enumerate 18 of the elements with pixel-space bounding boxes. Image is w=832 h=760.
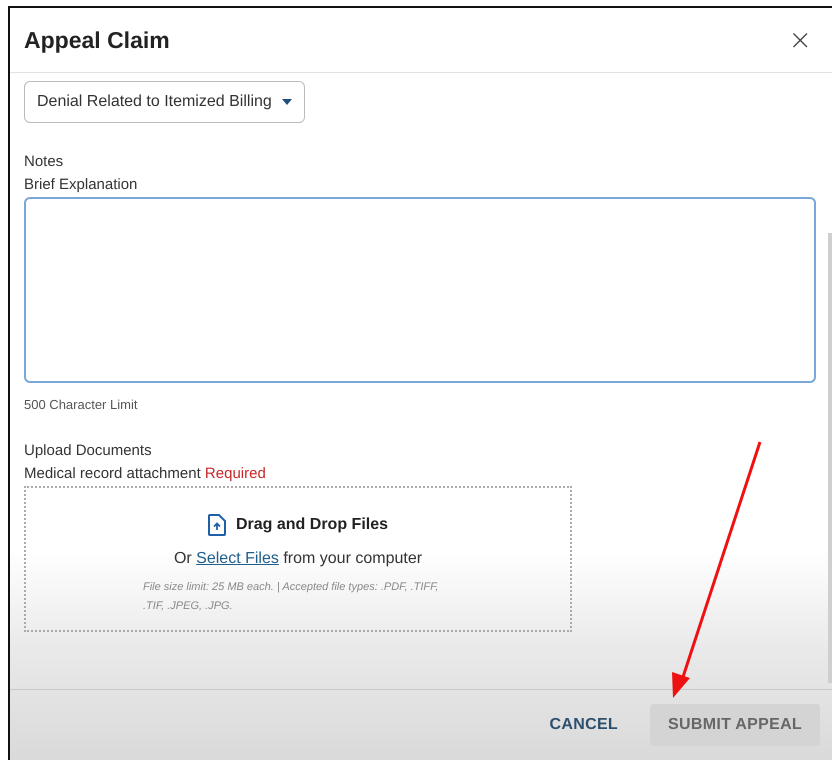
dialog-title: Appeal Claim [24,26,170,54]
character-limit-hint: 500 Character Limit [24,397,138,412]
select-files-link[interactable]: Select Files [196,550,279,567]
section-heading: Upload Documents [24,442,153,459]
field-label: Medical record attachment Required [24,465,267,482]
file-drop-zone[interactable]: Drag and Drop Files Or Select Files from your computer File size limit: 25 MB each. | Accepted file types: .PDF, .TIFF, .TIF, .JPEG, .JPG. [24,486,572,632]
close-button[interactable]: × [784,26,816,54]
cancel-button[interactable]: CANCEL [532,704,636,746]
file-limits-text: File size limit: 25 MB each. | Accepted file types: .PDF, .TIFF, .TIF, .JPEG, .JPG. [143,580,440,614]
scrollbar[interactable] [828,233,832,683]
select-files-text: Or Select Files from your computer [174,550,422,568]
explanation-field[interactable] [24,197,816,383]
section-heading: Notes [24,153,64,170]
drop-title: Drag and Drop Files [236,516,388,534]
file-upload-icon [208,514,226,536]
appeal-type-dropdown[interactable]: Denial Related to Itemized Billing [24,81,305,123]
caret-icon [282,99,292,105]
field-label: Brief Explanation [24,176,138,193]
